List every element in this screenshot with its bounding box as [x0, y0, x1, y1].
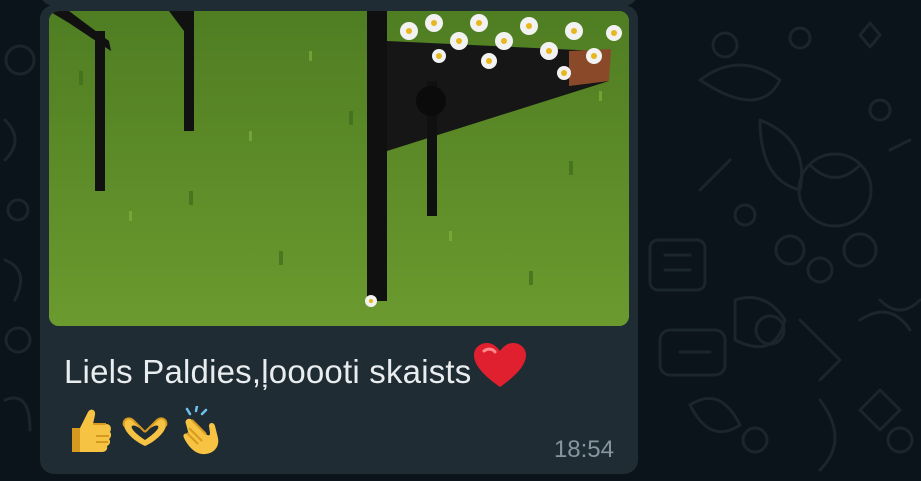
message-bubble[interactable]: Liels Paldies,ļooooti skaists 18:54 [40, 5, 638, 474]
message-caption: Liels Paldies,ļooooti skaists [64, 353, 472, 390]
message-text: Liels Paldies,ļooooti skaists [64, 343, 526, 391]
photo-icon [49, 11, 629, 326]
message-time: 18:54 [553, 436, 614, 463]
chat-background: Liels Paldies,ļooooti skaists 18:54 [0, 0, 921, 481]
emoji-row [64, 403, 226, 459]
clapping-hands-icon [183, 406, 219, 455]
message-photo[interactable] [49, 11, 629, 326]
thumbs-up-icon [72, 409, 112, 452]
heart-hands-icon [122, 417, 168, 446]
red-heart-icon [473, 343, 526, 387]
